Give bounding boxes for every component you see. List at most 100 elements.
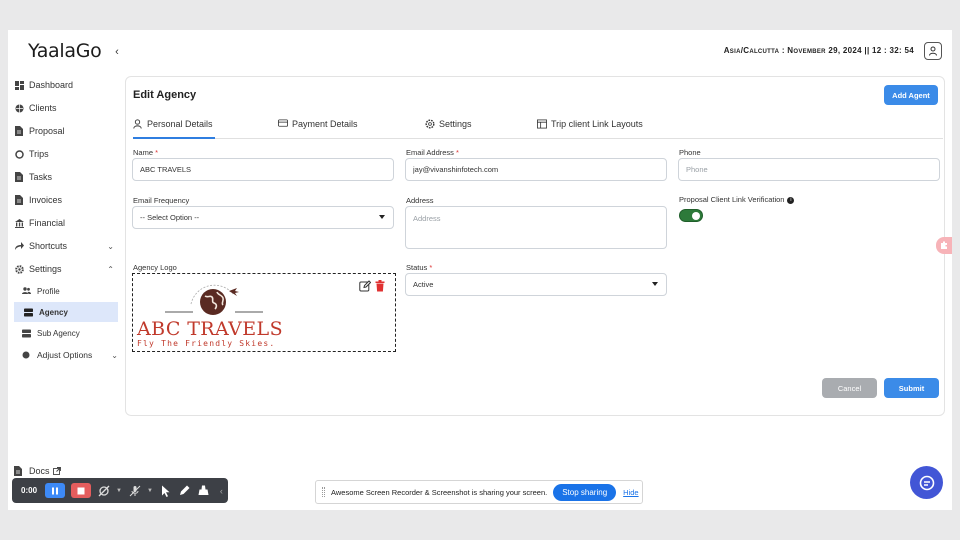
dot-icon bbox=[22, 351, 31, 360]
globe-icon bbox=[14, 103, 24, 113]
chevron-left-icon[interactable]: ‹ bbox=[220, 486, 223, 496]
sidebar-item-label: Proposal bbox=[29, 126, 65, 136]
sidebar-item-label: Shortcuts bbox=[29, 241, 68, 251]
sidebar-subitem-label: Agency bbox=[39, 307, 68, 317]
form-tabs: Personal Details Payment Details Setting… bbox=[133, 115, 943, 139]
email-frequency-label: Email Frequency bbox=[133, 196, 190, 205]
sidebar-subitem-sub-agency[interactable]: Sub Agency bbox=[22, 323, 80, 343]
sidebar-item-label: Invoices bbox=[29, 195, 63, 205]
layout-icon bbox=[537, 119, 547, 129]
phone-label: Phone bbox=[679, 148, 701, 157]
sidebar-item-label: Settings bbox=[29, 264, 62, 274]
phone-input[interactable] bbox=[678, 158, 940, 181]
tab-settings[interactable]: Settings bbox=[425, 119, 472, 139]
name-label: Name * bbox=[133, 148, 159, 157]
docs-label: Docs bbox=[29, 466, 50, 476]
sidebar-item-tasks[interactable]: Tasks bbox=[14, 167, 118, 187]
chat-support-button[interactable] bbox=[910, 466, 943, 499]
puzzle-icon bbox=[941, 241, 947, 249]
sidebar-subitem-label: Adjust Options bbox=[37, 350, 93, 360]
eraser-icon bbox=[198, 485, 209, 495]
dashboard-icon bbox=[14, 80, 24, 90]
gear-icon bbox=[14, 264, 24, 274]
trash-icon[interactable] bbox=[375, 280, 387, 292]
email-frequency-select[interactable]: -- Select Option -- bbox=[132, 206, 394, 229]
email-input[interactable] bbox=[405, 158, 667, 181]
verification-label: Proposal Client Link Verification i bbox=[679, 195, 795, 204]
cancel-button[interactable]: Cancel bbox=[822, 378, 877, 398]
sidebar-collapse-button[interactable]: ‹ bbox=[108, 43, 126, 61]
tab-personal-details[interactable]: Personal Details bbox=[133, 119, 215, 139]
gear-icon bbox=[425, 119, 435, 129]
agency-logo-box: ABC TRAVELS Fly The Friendly Skies. bbox=[132, 273, 396, 352]
chevron-down-icon: ⌄ bbox=[111, 350, 118, 360]
agency-logo-label: Agency Logo bbox=[133, 263, 177, 272]
sidebar-item-docs[interactable]: Docs bbox=[14, 466, 61, 476]
tab-label: Settings bbox=[439, 119, 472, 129]
globe-plane-icon bbox=[165, 284, 263, 315]
document-icon bbox=[14, 172, 24, 182]
user-menu-button[interactable] bbox=[924, 42, 942, 60]
stop-sharing-button[interactable]: Stop sharing bbox=[553, 483, 617, 501]
address-label: Address bbox=[406, 196, 434, 205]
sidebar-item-proposal[interactable]: Proposal bbox=[14, 121, 118, 141]
credit-card-icon bbox=[278, 119, 288, 129]
brand-logo[interactable]: YaalaGo bbox=[28, 40, 102, 62]
user-icon bbox=[133, 119, 143, 129]
tab-label: Payment Details bbox=[292, 119, 358, 129]
submit-button[interactable]: Submit bbox=[884, 378, 939, 398]
status-select[interactable]: Active bbox=[405, 273, 667, 296]
drag-handle-icon[interactable] bbox=[322, 487, 325, 497]
sidebar-item-trips[interactable]: Trips bbox=[14, 144, 118, 164]
page-title: Edit Agency bbox=[133, 89, 197, 101]
edit-agency-card: Edit Agency Add Agent Personal Details P… bbox=[125, 76, 945, 416]
pause-button[interactable] bbox=[45, 483, 66, 498]
tab-label: Personal Details bbox=[147, 119, 213, 129]
logo-actions bbox=[359, 280, 387, 292]
sidebar-item-clients[interactable]: Clients bbox=[14, 98, 118, 118]
sidebar-item-label: Dashboard bbox=[29, 80, 74, 90]
mic-off-icon bbox=[129, 485, 141, 496]
tab-trip-client-link-layouts[interactable]: Trip client Link Layouts bbox=[537, 119, 643, 139]
camera-off-button[interactable] bbox=[97, 484, 111, 498]
verification-toggle[interactable] bbox=[679, 209, 703, 222]
pointer-tool-button[interactable] bbox=[159, 484, 173, 498]
caret-down-icon[interactable]: ▼ bbox=[116, 488, 122, 494]
pause-icon bbox=[52, 487, 59, 494]
chevron-down-icon: ⌄ bbox=[107, 241, 114, 251]
sidebar-item-label: Trips bbox=[29, 149, 49, 159]
sharing-message: Awesome Screen Recorder & Screenshot is … bbox=[331, 487, 548, 497]
sidebar: Dashboard Clients Proposal Trips Tasks I… bbox=[8, 72, 120, 510]
sidebar-item-invoices[interactable]: Invoices bbox=[14, 190, 118, 210]
document-icon bbox=[14, 195, 24, 205]
sidebar-item-financial[interactable]: Financial bbox=[14, 213, 118, 233]
feedback-widget-tab[interactable] bbox=[936, 237, 952, 254]
tab-label: Trip client Link Layouts bbox=[551, 119, 643, 129]
screen-sharing-bar: Awesome Screen Recorder & Screenshot is … bbox=[315, 480, 643, 504]
pen-tool-button[interactable] bbox=[178, 484, 192, 498]
eraser-tool-button[interactable] bbox=[197, 484, 211, 498]
caret-down-icon[interactable]: ▼ bbox=[147, 488, 153, 494]
recording-timer: 0:00 bbox=[21, 486, 38, 495]
address-textarea[interactable] bbox=[405, 206, 667, 249]
bank-icon bbox=[14, 218, 24, 228]
add-agent-button[interactable]: Add Agent bbox=[884, 85, 938, 105]
circle-icon bbox=[14, 149, 24, 159]
logo-tagline: Fly The Friendly Skies. bbox=[137, 339, 276, 348]
name-input[interactable] bbox=[132, 158, 394, 181]
app-window: YaalaGo ‹ Asia/Calcutta : November 29, 2… bbox=[8, 30, 952, 510]
sidebar-subitem-adjust-options[interactable]: Adjust Options ⌄ bbox=[22, 345, 118, 365]
edit-icon[interactable] bbox=[359, 280, 371, 292]
mic-off-button[interactable] bbox=[128, 484, 142, 498]
tab-payment-details[interactable]: Payment Details bbox=[278, 119, 358, 139]
sidebar-subitem-agency[interactable]: Agency bbox=[14, 302, 118, 322]
sidebar-item-shortcuts[interactable]: Shortcuts ⌄ bbox=[14, 236, 118, 256]
sidebar-item-dashboard[interactable]: Dashboard bbox=[14, 75, 118, 95]
cursor-icon bbox=[161, 485, 170, 497]
chat-icon bbox=[919, 475, 934, 490]
hide-link[interactable]: Hide bbox=[623, 488, 638, 497]
info-icon[interactable]: i bbox=[787, 196, 795, 204]
sidebar-item-settings[interactable]: Settings ⌃ bbox=[14, 259, 118, 279]
sidebar-subitem-profile[interactable]: Profile bbox=[22, 281, 60, 301]
stop-button[interactable] bbox=[71, 483, 92, 498]
